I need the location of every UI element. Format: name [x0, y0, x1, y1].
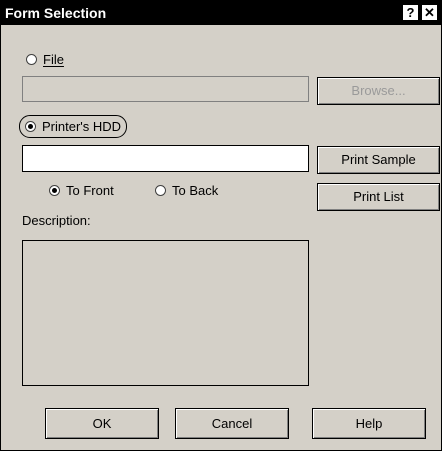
- close-icon[interactable]: ✕: [421, 4, 438, 21]
- window-title: Form Selection: [5, 5, 107, 21]
- print-sample-button[interactable]: Print Sample: [317, 146, 440, 174]
- printers-hdd-radio[interactable]: Printer's HDD: [19, 115, 128, 138]
- description-label: Description:: [22, 213, 91, 228]
- file-radio-label: File: [43, 52, 64, 67]
- help-icon[interactable]: ?: [402, 4, 419, 21]
- file-path-input: [23, 77, 308, 101]
- description-box: [22, 240, 309, 386]
- help-button[interactable]: Help: [312, 408, 426, 439]
- to-back-radio-label: To Back: [172, 183, 219, 198]
- title-bar: Form Selection ? ✕: [1, 1, 441, 25]
- printers-hdd-radio-button[interactable]: [25, 121, 36, 132]
- to-front-radio-label: To Front: [66, 183, 114, 198]
- print-list-button[interactable]: Print List: [317, 183, 440, 211]
- file-radio[interactable]: File: [26, 52, 64, 67]
- to-back-radio[interactable]: To Back: [155, 183, 218, 198]
- file-path-field: [22, 76, 309, 102]
- form-selection-dialog: Form Selection ? ✕ File Browse... Printe…: [0, 0, 442, 451]
- to-front-radio-button[interactable]: [49, 185, 60, 196]
- hdd-form-field[interactable]: [22, 145, 309, 172]
- hdd-form-input[interactable]: [23, 146, 308, 171]
- to-front-radio[interactable]: To Front: [49, 183, 114, 198]
- ok-button[interactable]: OK: [45, 408, 159, 439]
- printers-hdd-radio-label: Printer's HDD: [42, 119, 122, 134]
- to-back-radio-button[interactable]: [155, 185, 166, 196]
- cancel-button[interactable]: Cancel: [175, 408, 289, 439]
- browse-button: Browse...: [317, 77, 440, 105]
- file-radio-button[interactable]: [26, 54, 37, 65]
